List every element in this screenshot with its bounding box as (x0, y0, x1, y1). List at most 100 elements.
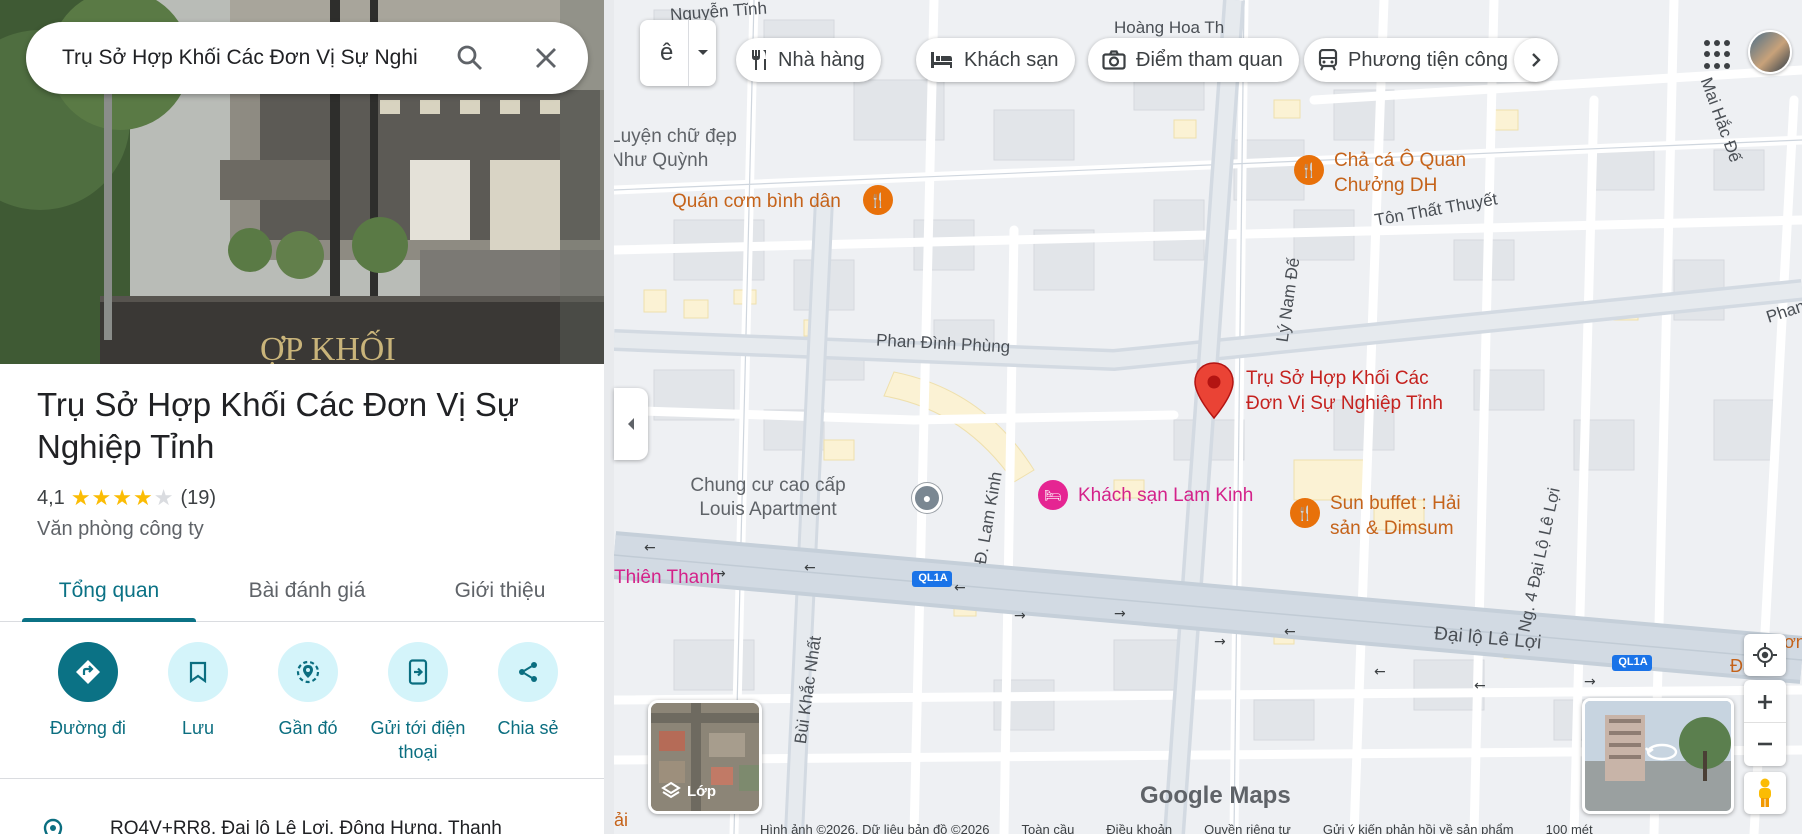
chip-label: Phương tiện công c (1348, 48, 1524, 71)
search-input[interactable]: Trụ Sở Hợp Khối Các Đơn Vị Sự Nghi (62, 46, 442, 70)
my-location-button[interactable] (1744, 634, 1786, 676)
tab-label: Giới thiệu (454, 578, 546, 602)
zoom-out-button[interactable] (1744, 723, 1786, 765)
chevron-right-icon (1532, 53, 1541, 67)
action-label: Đường đi (50, 718, 126, 738)
footer-terms-link[interactable]: Điều khoản (1106, 822, 1172, 834)
rating-stars: ★★★★★ (70, 485, 175, 510)
action-label: Chia sẻ (497, 718, 559, 738)
transit-icon (1318, 49, 1338, 71)
svg-text:→: → (1014, 608, 1026, 624)
close-icon[interactable] (534, 46, 558, 70)
chip-label: Điểm tham quan (1136, 48, 1283, 71)
poi-label-selected-2[interactable]: Đơn Vị Sự Nghiệp Tỉnh (1246, 392, 1443, 416)
svg-text:←: ← (1284, 624, 1296, 640)
restaurant-icon (752, 50, 766, 70)
tab-about[interactable]: Giới thiệu (396, 560, 604, 621)
zoom-in-button[interactable] (1744, 681, 1786, 723)
footer-imagery: Hình ảnh ©2026, Dữ liệu bản đồ ©2026 (760, 822, 990, 834)
send-to-phone-button[interactable]: Gửi tới điện thoại (363, 642, 473, 764)
action-label: Gửi tới điện thoại (370, 718, 466, 762)
map-footer: Hình ảnh ©2026, Dữ liệu bản đồ ©2026 Toà… (760, 822, 1593, 834)
save-button[interactable]: Lưu (143, 642, 253, 764)
place-panel: ỢP KHỐI Trụ Sở Hợp Khối Các Đơn Vị Sự Ng… (0, 0, 604, 834)
rating-value: 4,1 (37, 486, 65, 509)
cut-label-right-1: ơn (1784, 632, 1802, 652)
search-box[interactable]: Trụ Sở Hợp Khối Các Đơn Vị Sự Nghi (26, 22, 588, 94)
poi-label-khach-san[interactable]: Khách sạn Lam Kinh (1078, 485, 1253, 507)
footer-privacy-link[interactable]: Quyền riêng tư (1204, 822, 1291, 834)
tab-overview[interactable]: Tổng quan (0, 560, 218, 622)
restaurant-pin-quan-com[interactable]: 🍴 (863, 185, 893, 215)
poi-label-sun-buffet-2[interactable]: sản & Dimsum (1330, 517, 1454, 541)
svg-text:→: → (1214, 634, 1226, 650)
chip-hotels[interactable]: Khách sạn (916, 38, 1075, 82)
place-title: Trụ Sở Hợp Khối Các Đơn Vị Sự Nghiệp Tỉn… (37, 386, 519, 465)
collapse-panel-button[interactable] (614, 388, 648, 460)
hotel-icon (931, 52, 952, 68)
bookmark-icon (168, 642, 228, 702)
tab-label: Tổng quan (58, 578, 160, 602)
footer-scale[interactable]: 100 mét (1546, 822, 1593, 834)
selected-place-pin-icon[interactable] (1194, 362, 1234, 420)
poi-label-chung-cu-2[interactable]: Louis Apartment (638, 498, 898, 522)
review-count[interactable]: (19) (180, 487, 216, 510)
route-badge-ql1a-2: QL1A (1618, 656, 1648, 668)
restaurant-pin-cha-ca[interactable]: 🍴 (1294, 155, 1324, 185)
apps-grid-icon[interactable] (1704, 40, 1734, 70)
avatar[interactable] (1748, 30, 1792, 74)
action-buttons: Đường đi Lưu Gần đó Gửi tới điện thoại C… (0, 642, 604, 764)
search-icon[interactable] (456, 44, 484, 72)
action-label: Gần đó (278, 718, 338, 738)
poi-label-luyen-chu: Luyện chữ đẹp (614, 126, 737, 147)
svg-text:←: ← (644, 540, 656, 556)
poi-label-cha-ca-2[interactable]: Chưởng DH (1334, 174, 1437, 198)
svg-text:←: ← (804, 560, 816, 576)
place-address[interactable]: RQ4V+RR8, Đại lộ Lê Lợi, Đông Hưng, Than… (110, 818, 502, 834)
chevron-down-icon (688, 20, 716, 86)
footer-feedback-link[interactable]: Gửi ý kiến phản hồi về sản phẩm (1323, 822, 1514, 834)
street-view-thumbnail[interactable] (1582, 698, 1734, 814)
hotel-pin-lam-kinh[interactable]: 🛏 (1038, 480, 1068, 510)
chip-attractions[interactable]: Điểm tham quan (1088, 38, 1299, 82)
footer-global-link[interactable]: Toàn cầu (1022, 822, 1075, 834)
restaurant-pin-sun-buffet[interactable]: 🍴 (1290, 498, 1320, 528)
place-category[interactable]: Văn phòng công ty (37, 518, 204, 541)
svg-text:→: → (1584, 674, 1596, 690)
poi-label-sun-buffet-1[interactable]: Sun buffet : Hải (1330, 492, 1461, 516)
chips-scroll-right-button[interactable] (1514, 38, 1558, 82)
cut-label-left: ải (614, 810, 629, 830)
rating-row[interactable]: 4,1 ★★★★★ (19) (37, 485, 216, 511)
zoom-controls (1744, 680, 1786, 766)
street-label-hoang-hoa: Hoàng Hoa Th (1114, 18, 1225, 37)
directions-button[interactable]: Đường đi (33, 642, 143, 764)
pegman-button[interactable] (1744, 772, 1786, 814)
tab-label: Bài đánh giá (248, 578, 366, 602)
apartment-pin-louis[interactable]: ● (912, 483, 942, 513)
tab-reviews[interactable]: Bài đánh giá (218, 560, 396, 621)
layers-label: Lớp (687, 782, 716, 800)
chip-label: Nhà hàng (778, 48, 865, 71)
place-tabs: Tổng quan Bài đánh giá Giới thiệu (0, 560, 604, 622)
input-tools-label: ê (660, 39, 674, 66)
poi-label-chung-cu-1[interactable]: Chung cư cao cấp (638, 474, 898, 498)
send-to-phone-icon (388, 642, 448, 702)
chip-restaurants[interactable]: Nhà hàng (736, 38, 881, 82)
layers-button[interactable]: Lớp (648, 700, 762, 814)
poi-label-cha-ca-1[interactable]: Chả cá Ô Quan (1334, 149, 1466, 173)
svg-text:←: ← (954, 580, 966, 596)
nearby-button[interactable]: Gần đó (253, 642, 363, 764)
chip-label: Khách sạn (964, 48, 1059, 71)
location-pin-icon (43, 818, 63, 834)
layers-icon (661, 781, 681, 799)
my-location-icon (1753, 643, 1777, 667)
share-button[interactable]: Chia sẻ (473, 642, 583, 764)
poi-label-selected-1[interactable]: Trụ Sở Hợp Khối Các (1246, 367, 1429, 391)
camera-icon (1102, 50, 1126, 70)
route-badge-ql1a: QL1A (918, 572, 948, 584)
input-tools-button[interactable]: ê (640, 20, 716, 86)
plus-icon (1758, 694, 1772, 709)
svg-text:←: ← (1474, 678, 1486, 694)
poi-label-quan-com[interactable]: Quán cơm bình dân (672, 190, 841, 214)
nearby-icon (278, 642, 338, 702)
